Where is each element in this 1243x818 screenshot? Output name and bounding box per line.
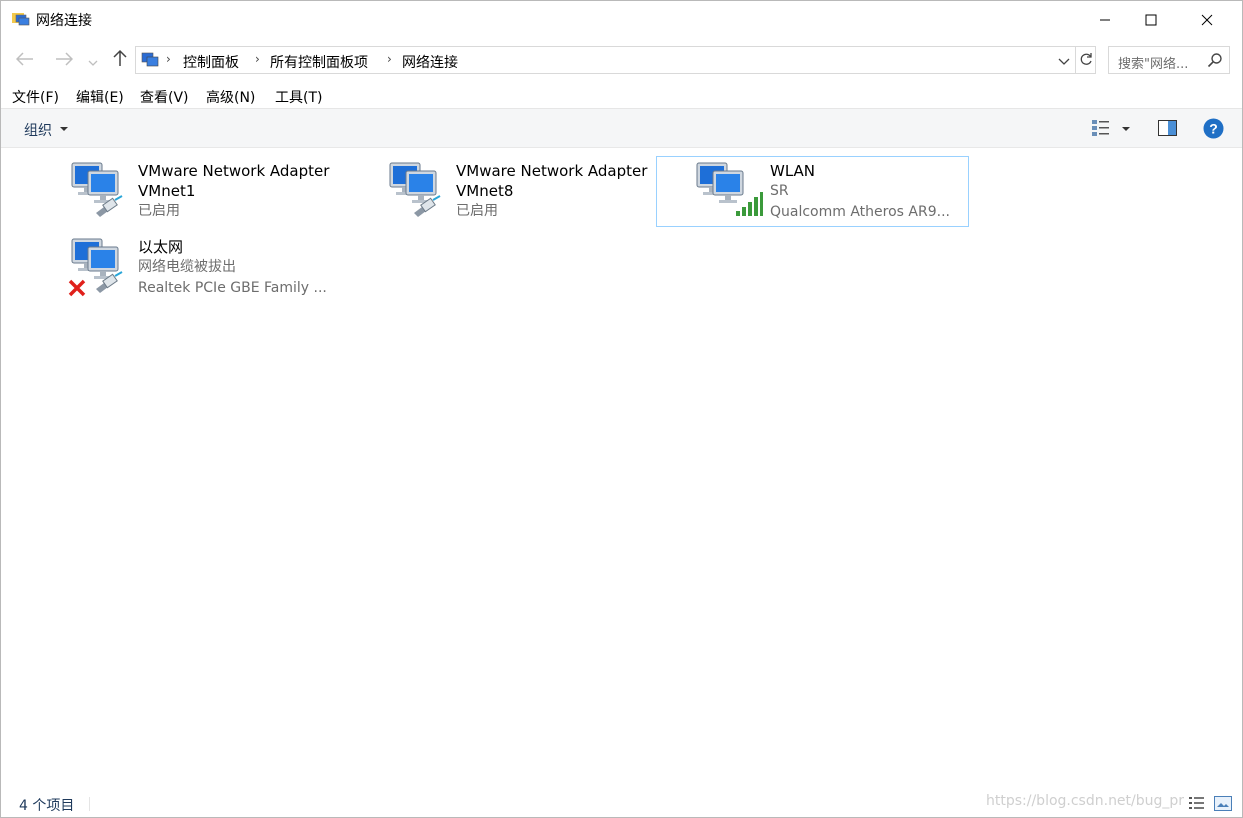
forward-button[interactable]	[52, 49, 76, 71]
window-title: 网络连接	[36, 13, 92, 29]
connection-status: 网络电缆被拔出	[138, 259, 236, 275]
maximize-button[interactable]	[1128, 1, 1174, 39]
item-count: 4 个项目	[19, 798, 75, 814]
close-button[interactable]	[1184, 1, 1230, 39]
refresh-icon	[1079, 51, 1093, 70]
status-divider	[89, 797, 90, 811]
breadcrumb-network-connections[interactable]: 网络连接	[402, 52, 458, 72]
minimize-icon	[1099, 11, 1111, 30]
large-icons-view-icon[interactable]	[1214, 796, 1232, 811]
chevron-right-icon: ›	[387, 52, 392, 66]
disconnected-x-icon	[68, 279, 86, 301]
preview-pane-icon[interactable]	[1158, 120, 1177, 136]
menu-file[interactable]: 文件(F)	[12, 87, 59, 107]
navigation-bar: › 控制面板 › 所有控制面板项 › 网络连接 搜索"网络...	[1, 43, 1242, 77]
minimize-button[interactable]	[1082, 1, 1128, 39]
connections-list: VMware Network Adapter VMnet1 已启用 VMware…	[1, 149, 1242, 789]
up-button[interactable]	[108, 49, 132, 71]
details-view-icon[interactable]	[1188, 796, 1205, 811]
connection-network: SR	[770, 183, 789, 199]
cable-plug-icon	[94, 271, 124, 297]
cable-plug-icon	[412, 195, 442, 221]
connection-name-continued: VMnet1	[138, 182, 196, 200]
search-box[interactable]: 搜索"网络...	[1108, 46, 1230, 74]
connection-name-continued: VMnet8	[456, 182, 514, 200]
connection-name: WLAN	[770, 162, 816, 180]
status-bar: 4 个项目 https://blog.csdn.net/bug_pr	[1, 791, 1242, 817]
connection-name: VMware Network Adapter	[456, 162, 648, 180]
search-icon[interactable]	[1207, 52, 1223, 68]
arrow-right-icon	[55, 51, 74, 70]
connection-vmnet8[interactable]: VMware Network Adapter VMnet8 已启用	[379, 156, 692, 227]
address-bar[interactable]: › 控制面板 › 所有控制面板项 › 网络连接	[135, 46, 1076, 74]
menu-tools[interactable]: 工具(T)	[275, 87, 322, 107]
breadcrumb-all-control-panel-items[interactable]: 所有控制面板项	[270, 52, 368, 72]
maximize-icon	[1145, 11, 1157, 30]
help-icon[interactable]: ?	[1203, 118, 1224, 139]
command-bar: 组织 ?	[1, 108, 1242, 148]
connection-wlan[interactable]: WLAN SR Qualcomm Atheros AR9...	[656, 156, 969, 227]
title-bar: 网络连接	[1, 1, 1242, 39]
chevron-right-icon: ›	[255, 52, 260, 66]
breadcrumb-control-panel[interactable]: 控制面板	[183, 52, 239, 72]
arrow-up-icon	[113, 49, 127, 71]
menu-advanced[interactable]: 高级(N)	[206, 87, 255, 107]
address-dropdown-icon[interactable]	[1057, 53, 1073, 69]
recent-locations-button[interactable]	[83, 49, 103, 71]
organize-button[interactable]: 组织	[24, 120, 52, 140]
chevron-down-icon	[88, 51, 98, 70]
cable-plug-icon	[94, 195, 124, 221]
view-options-caret-icon[interactable]	[1122, 127, 1130, 131]
watermark-text: https://blog.csdn.net/bug_pr	[986, 793, 1185, 809]
connection-device: Qualcomm Atheros AR9...	[770, 204, 950, 220]
menu-view[interactable]: 查看(V)	[140, 87, 189, 107]
connection-vmnet1[interactable]: VMware Network Adapter VMnet1 已启用	[61, 156, 374, 227]
network-folder-icon	[12, 11, 30, 27]
connection-name: 以太网	[138, 238, 184, 256]
refresh-button[interactable]	[1076, 46, 1096, 74]
connection-name: VMware Network Adapter	[138, 162, 330, 180]
menu-bar: 文件(F) 编辑(E) 查看(V) 高级(N) 工具(T)	[1, 85, 1242, 107]
close-icon	[1201, 11, 1213, 30]
back-button[interactable]	[13, 49, 37, 71]
network-connections-window: 网络连接 › 控制面板 › 所有控制面板项 › 网络连接 搜索"网络... 文件…	[0, 0, 1243, 818]
search-placeholder: 搜索"网络...	[1118, 57, 1189, 72]
wifi-signal-icon	[735, 191, 763, 221]
caret-down-icon	[60, 127, 68, 131]
change-view-icon[interactable]	[1091, 119, 1111, 137]
connection-device: Realtek PCIe GBE Family ...	[138, 280, 327, 296]
connection-ethernet[interactable]: 以太网 网络电缆被拔出 Realtek PCIe GBE Family ...	[61, 232, 374, 303]
connection-status: 已启用	[138, 203, 180, 219]
svg-text:?: ?	[1209, 121, 1218, 137]
connection-status: 已启用	[456, 203, 498, 219]
arrow-left-icon	[15, 51, 34, 70]
menu-edit[interactable]: 编辑(E)	[76, 87, 124, 107]
control-panel-icon	[141, 52, 159, 68]
chevron-right-icon: ›	[166, 52, 171, 66]
